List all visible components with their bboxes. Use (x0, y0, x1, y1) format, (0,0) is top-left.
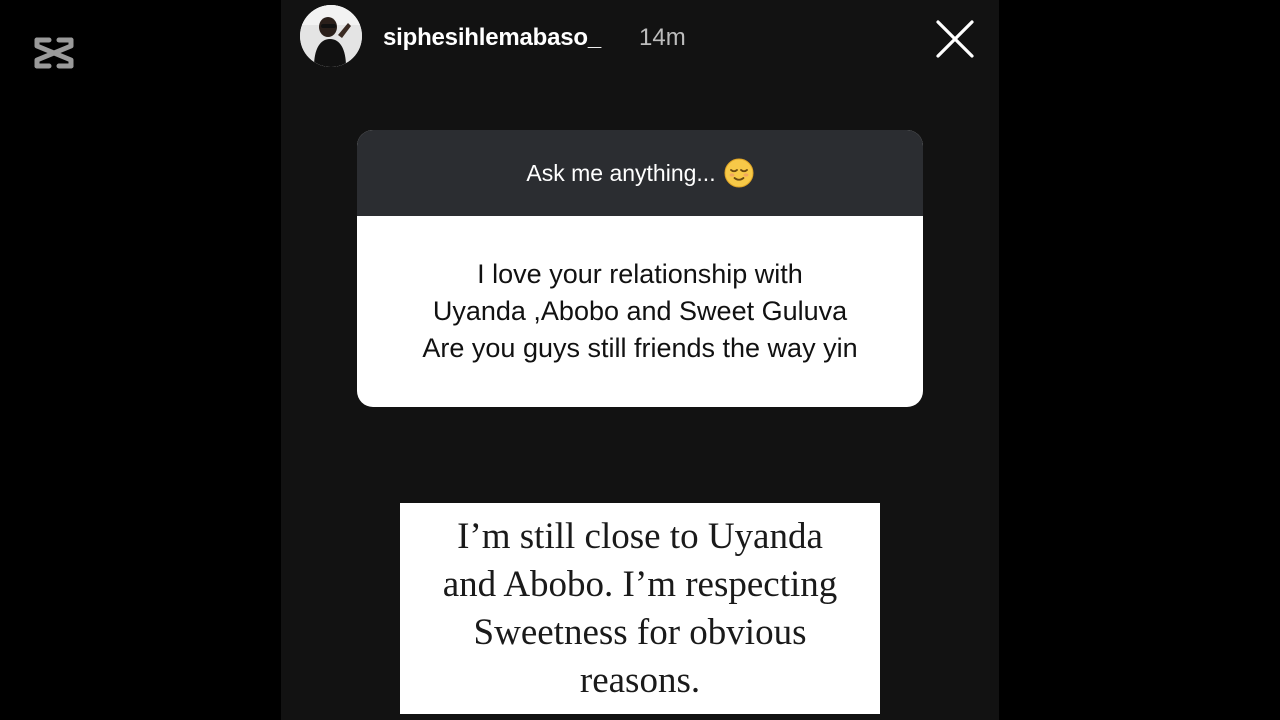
close-button[interactable] (935, 19, 975, 59)
question-line: Uyanda ,Abobo and Sweet Guluva (432, 296, 848, 326)
story-header: siphesihlemabaso_ 14m (281, 0, 999, 80)
avatar[interactable] (300, 5, 362, 67)
close-icon (936, 20, 974, 58)
question-sticker-header: Ask me anything... (357, 130, 923, 216)
relieved-face-emoji-icon (724, 158, 754, 188)
capcut-logo-icon (33, 34, 75, 72)
question-line: Are you guys still friends the way yin (422, 333, 858, 363)
question-text: I love your relationship with Uyanda ,Ab… (357, 216, 923, 407)
question-line: I love your relationship with (477, 259, 803, 289)
answer-line: Sweetness for obvious (473, 611, 807, 653)
answer-text-card: I’m still close to Uyanda and Abobo. I’m… (400, 503, 880, 714)
screen: siphesihlemabaso_ 14m Ask me anything... (0, 0, 1280, 720)
question-sticker[interactable]: Ask me anything... I love your relations… (357, 130, 923, 407)
question-prompt: Ask me anything... (526, 159, 716, 186)
answer-line: I’m still close to Uyanda (457, 515, 823, 557)
answer-line: and Abobo. I’m respecting (442, 563, 838, 605)
story-timestamp: 14m (639, 24, 686, 51)
username[interactable]: siphesihlemabaso_ (383, 24, 601, 52)
story-viewer: siphesihlemabaso_ 14m Ask me anything... (281, 0, 999, 720)
answer-line: reasons. (579, 659, 701, 701)
